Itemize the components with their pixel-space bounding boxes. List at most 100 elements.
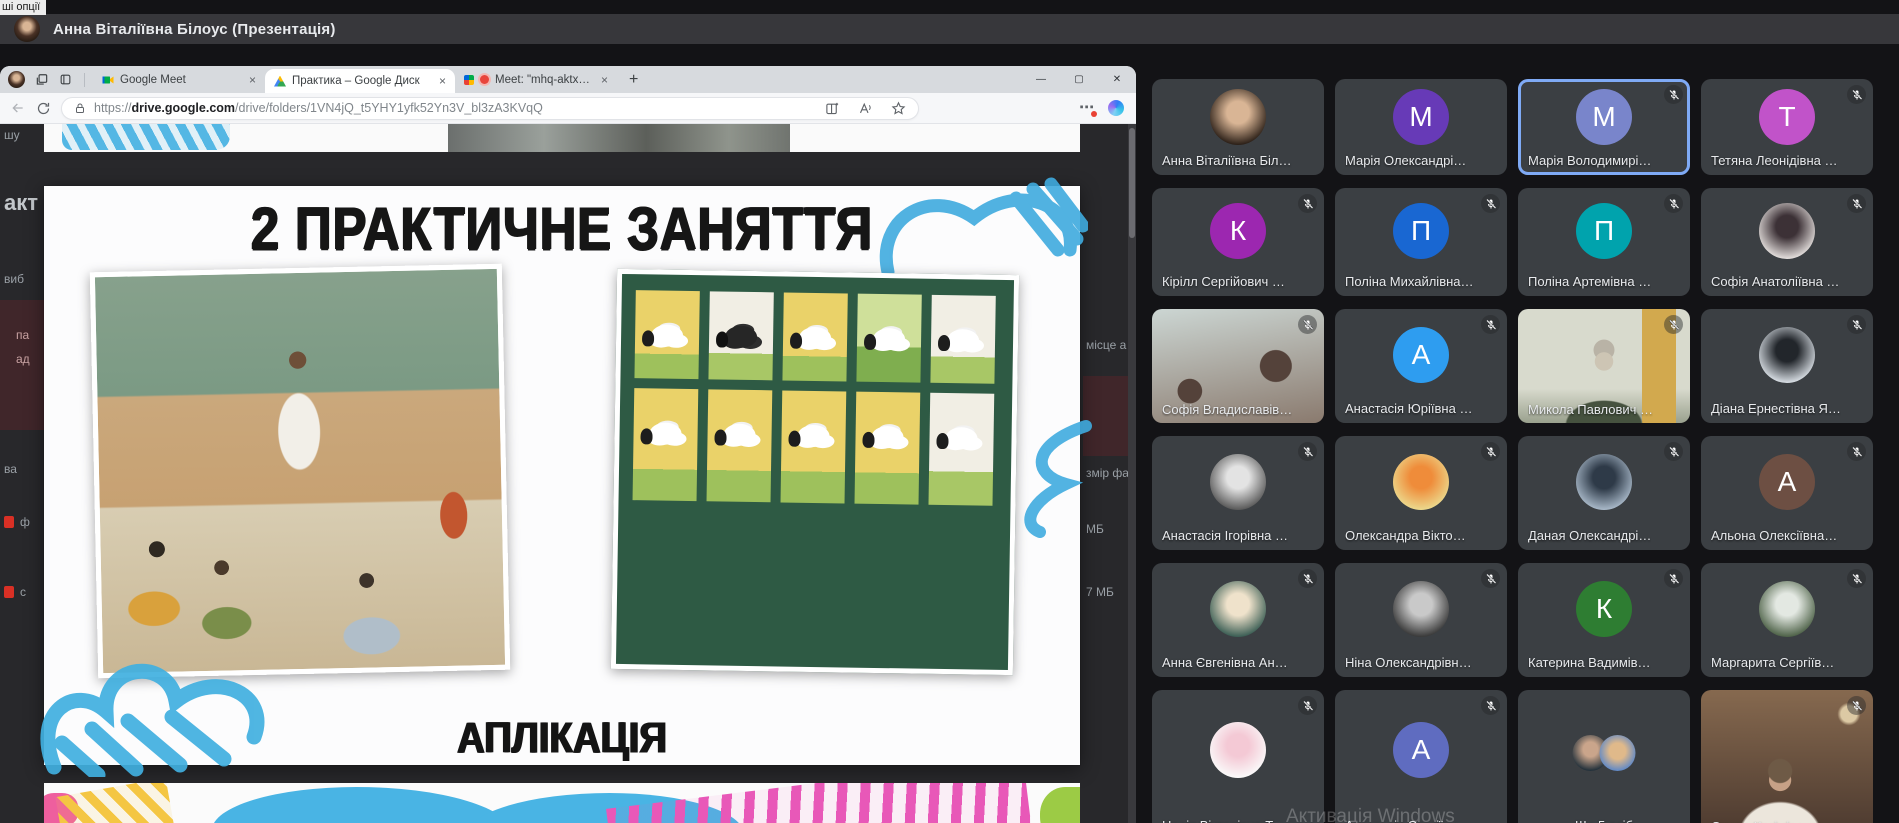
avatar	[1576, 453, 1632, 510]
avatar: М	[1393, 89, 1449, 146]
maximize-button[interactable]: ▢	[1060, 66, 1098, 93]
drive-warning-banner-right	[1083, 376, 1128, 456]
window-controls: — ▢ ✕	[1022, 66, 1136, 93]
mic-off-icon	[1847, 569, 1866, 588]
address-bar[interactable]: https://drive.google.com/drive/folders/1…	[61, 96, 919, 120]
participant-name: Анастасія Ігорівна …	[1162, 528, 1289, 543]
toolbar-right-icons: ⋯	[1079, 100, 1126, 117]
drive-bg-text-fragment: МБ	[1086, 522, 1104, 536]
participant-name: Олександра Вікто…	[1345, 528, 1466, 543]
participant-name: Надія Вікторівна Т…	[1162, 818, 1286, 823]
mic-off-icon	[1481, 194, 1500, 213]
tab-close-icon[interactable]: ×	[439, 74, 446, 88]
participant-tile[interactable]: А Анастасія Сергіївн…	[1335, 690, 1507, 823]
workspaces-icon[interactable]	[35, 73, 49, 87]
avatar: А	[1393, 326, 1449, 383]
participant-tile[interactable]: Софія Владиславів…	[1152, 309, 1324, 423]
recording-icon	[480, 75, 489, 84]
participant-tile[interactable]: А Анастасія Юріївна …	[1335, 309, 1507, 423]
tab-close-icon[interactable]: ×	[249, 73, 256, 87]
tab-actions-icon[interactable]	[59, 73, 72, 86]
reload-icon[interactable]	[36, 101, 51, 116]
close-button[interactable]: ✕	[1098, 66, 1136, 93]
mic-off-icon	[1847, 696, 1866, 715]
participant-tile[interactable]: Анастасія Ігорівна …	[1152, 436, 1324, 550]
participant-tile[interactable]: Надія Вікторівна Т…	[1152, 690, 1324, 823]
participant-name: Поліна Михайлівна…	[1345, 274, 1474, 289]
participant-tile[interactable]: К Катерина Вадимів…	[1518, 563, 1690, 677]
previous-slide-photo-fragment	[448, 124, 790, 152]
tab-drive-active[interactable]: Практика – Google Диск ×	[265, 69, 455, 93]
participant-tile[interactable]: Олександра Вікто…	[1335, 436, 1507, 550]
drive-scrollbar[interactable]	[1128, 124, 1136, 823]
file-icon	[4, 586, 14, 598]
blue-blob-scribble	[212, 787, 512, 823]
copilot-icon[interactable]	[1108, 100, 1124, 116]
mic-off-icon	[1664, 442, 1683, 461]
drive-bg-text-fragment: акт	[4, 190, 39, 215]
participant-tile[interactable]: Діана Ернестівна Я…	[1701, 309, 1873, 423]
favorite-star-icon[interactable]	[891, 101, 906, 116]
mic-off-icon	[1847, 315, 1866, 334]
participants-grid: Анна Віталіївна Біл… М Марія Олександрі……	[1152, 79, 1899, 823]
tab-meet-recording[interactable]: Meet: "mhq-aktx-fku" ×	[455, 66, 617, 93]
participant-tile[interactable]: А Альона Олексіївна…	[1701, 436, 1873, 550]
mic-off-icon	[1481, 569, 1500, 588]
participant-tile[interactable]: М Марія Володимирі…	[1518, 79, 1690, 175]
participant-name: Олена Казіміренко	[1711, 819, 1824, 823]
mic-off-icon	[1664, 85, 1683, 104]
mic-off-icon	[1847, 194, 1866, 213]
mic-off-icon	[1664, 569, 1683, 588]
more-options-tooltip: ші опції	[0, 0, 47, 15]
participant-name: Софія Анатоліївна …	[1711, 274, 1840, 289]
settings-more-icon[interactable]: ⋯	[1079, 100, 1097, 117]
read-aloud-icon[interactable]	[858, 101, 873, 116]
slide-caption: АПЛІКАЦІЯ	[457, 713, 667, 763]
avatar: Т	[1759, 89, 1815, 146]
mic-off-icon	[1298, 696, 1317, 715]
browser-tab-strip: Google Meet × Практика – Google Диск × M…	[0, 66, 1136, 93]
participant-name: Софія Владиславів…	[1162, 402, 1293, 417]
drive-bg-text-fragment: шу	[4, 128, 20, 142]
participant-tile[interactable]: Ще 5 осіб	[1518, 690, 1690, 823]
address-bar-icons	[825, 101, 906, 116]
tab-close-icon[interactable]: ×	[601, 73, 608, 87]
avatar	[1393, 580, 1449, 637]
participant-tile[interactable]: Т Тетяна Леонідівна …	[1701, 79, 1873, 175]
participant-tile[interactable]: Микола Павлович …	[1518, 309, 1690, 423]
divider	[84, 72, 85, 87]
split-screen-icon[interactable]	[825, 101, 840, 116]
avatar	[1759, 580, 1815, 637]
participant-name: Микола Павлович …	[1528, 402, 1653, 417]
meet-favicon	[102, 76, 114, 83]
participant-tile[interactable]: К Кірілл Сергійович …	[1152, 188, 1324, 296]
tab-google-meet[interactable]: Google Meet ×	[93, 66, 265, 93]
participant-tile[interactable]: П Поліна Артемівна …	[1518, 188, 1690, 296]
participant-tile[interactable]: М Марія Олександрі…	[1335, 79, 1507, 175]
avatar	[1393, 453, 1449, 510]
participant-tile[interactable]: Ніна Олександрівн…	[1335, 563, 1507, 677]
participant-tile[interactable]: Маргарита Сергіїв…	[1701, 563, 1873, 677]
participant-name: Ніна Олександрівн…	[1345, 655, 1472, 670]
back-icon[interactable]	[10, 100, 26, 116]
sheep-artwork-cards	[632, 290, 1000, 506]
drive-bg-text-fragment: па	[16, 328, 30, 342]
drive-bg-text-fragment: змір фа	[1086, 466, 1129, 480]
participant-tile[interactable]: Олена Казіміренко	[1701, 690, 1873, 823]
participant-tile[interactable]: П Поліна Михайлівна…	[1335, 188, 1507, 296]
participant-name: Діана Ернестівна Я…	[1711, 401, 1841, 416]
tab-title: Meet: "mhq-aktx-fku"	[495, 73, 591, 86]
new-tab-button[interactable]: +	[629, 71, 638, 89]
browser-profile-avatar[interactable]	[8, 71, 25, 88]
mic-off-icon	[1298, 315, 1317, 334]
participant-tile[interactable]: Анна Віталіївна Біл…	[1152, 79, 1324, 175]
participant-name: Маргарита Сергіїв…	[1711, 655, 1835, 670]
mic-off-icon	[1481, 442, 1500, 461]
participant-tile[interactable]: Софія Анатоліївна …	[1701, 188, 1873, 296]
participant-name: Альона Олексіївна…	[1711, 528, 1838, 543]
participant-tile[interactable]: Анна Євгенівна Ан…	[1152, 563, 1324, 677]
participant-tile[interactable]: Даная Олександрі…	[1518, 436, 1690, 550]
lock-icon	[76, 103, 84, 113]
mic-off-icon	[1664, 315, 1683, 334]
minimize-button[interactable]: —	[1022, 66, 1060, 93]
